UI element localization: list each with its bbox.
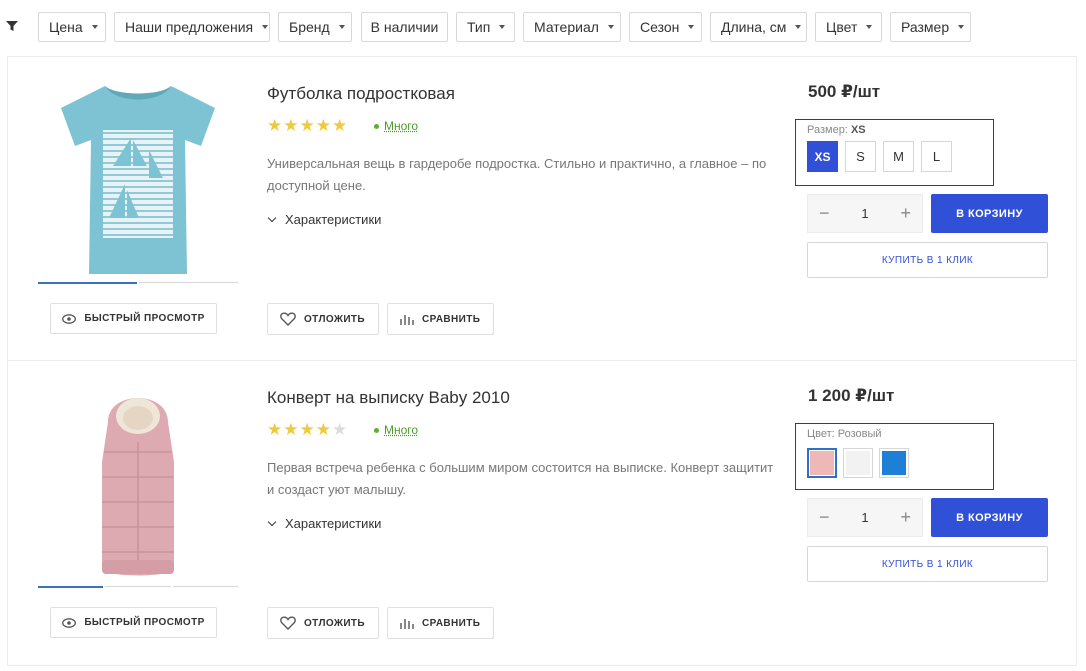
heart-icon [280, 616, 296, 630]
product-card: БЫСТРЫЙ ПРОСМОТР Футболка подростковая ★… [7, 56, 1077, 361]
specs-toggle[interactable]: Характеристики [267, 516, 381, 531]
quantity-stepper: − 1 + [807, 194, 923, 233]
quick-view-button[interactable]: БЫСТРЫЙ ПРОСМОТР [50, 303, 217, 334]
option-label: Цвет: Розовый [807, 428, 882, 440]
compare-button[interactable]: СРАВНИТЬ [387, 303, 494, 335]
chevron-down-icon [267, 517, 277, 526]
color-swatch [882, 451, 906, 475]
size-selector: Размер: XS XS S M L [795, 119, 994, 186]
slider-segment[interactable] [139, 282, 238, 283]
eye-icon [62, 313, 77, 324]
heart-icon [280, 312, 296, 326]
filter-bar: Цена Наши предложения Бренд В наличии Тип Мат… [0, 0, 1086, 56]
minus-icon[interactable]: − [819, 507, 830, 528]
image-slider[interactable] [38, 586, 238, 588]
slider-segment[interactable] [38, 282, 137, 284]
slider-segment[interactable] [105, 586, 171, 587]
filter-5[interactable]: Тип [456, 12, 515, 42]
filter-8[interactable]: Длина, см [710, 12, 807, 42]
option-label: Размер: XS [807, 124, 866, 136]
star-filled-icon: ★ [299, 420, 316, 439]
rating-stars: ★★★★★ [267, 116, 348, 136]
product-price: 1 200 ₽/шт [808, 386, 895, 405]
product-image[interactable] [38, 75, 238, 280]
envelope-image [102, 397, 174, 575]
postpone-button[interactable]: ОТЛОЖИТЬ [267, 607, 379, 639]
image-slider[interactable] [38, 282, 238, 284]
filter-2[interactable]: Наши предложения [114, 12, 270, 42]
product-title[interactable]: Футболка подростковая [267, 84, 455, 104]
color-swatch [810, 451, 834, 475]
product-description: Универсальная вещь в гардеробе подростка… [267, 156, 767, 193]
filter-6[interactable]: Материал [523, 12, 621, 42]
filter-9[interactable]: Цвет [815, 12, 882, 42]
color-selector: Цвет: Розовый [795, 423, 994, 490]
buy-one-click-button[interactable]: КУПИТЬ В 1 КЛИК [807, 242, 1048, 278]
product-card: БЫСТРЫЙ ПРОСМОТР Конверт на выписку Baby… [7, 361, 1077, 666]
caret-down-icon [688, 25, 695, 29]
bar-chart-icon [400, 619, 414, 629]
filter-3[interactable]: Бренд [278, 12, 352, 42]
caret-down-icon [795, 25, 802, 29]
postpone-button[interactable]: ОТЛОЖИТЬ [267, 303, 379, 335]
caret-down-icon [338, 25, 345, 29]
caret-down-icon [262, 25, 269, 29]
caret-down-icon [607, 25, 614, 29]
star-filled-icon: ★ [315, 420, 332, 439]
star-filled-icon: ★ [283, 420, 300, 439]
stock-dot-icon [374, 123, 379, 129]
specs-toggle[interactable]: Характеристики [267, 212, 381, 227]
plus-icon[interactable]: + [900, 507, 911, 528]
stock-status[interactable]: Много [374, 423, 418, 437]
eye-icon [62, 617, 77, 628]
slider-segment[interactable] [172, 586, 238, 587]
stock-status[interactable]: Много [374, 119, 418, 133]
bar-chart-icon [400, 315, 414, 325]
quantity-value[interactable]: 1 [861, 206, 868, 221]
slider-segment[interactable] [38, 586, 104, 588]
star-filled-icon: ★ [283, 116, 300, 135]
size-option-m[interactable]: M [883, 141, 914, 172]
filter-4[interactable]: В наличии [361, 12, 448, 42]
product-image[interactable] [38, 379, 238, 584]
buy-one-click-button[interactable]: КУПИТЬ В 1 КЛИК [807, 546, 1048, 582]
filter-7[interactable]: Сезон [629, 12, 702, 42]
tshirt-image [61, 85, 215, 274]
add-to-cart-button[interactable]: В КОРЗИНУ [931, 498, 1048, 537]
product-description: Первая встреча ребенка с большим миром с… [267, 460, 774, 497]
star-filled-icon: ★ [299, 116, 316, 135]
filter-1[interactable]: Цена [38, 12, 106, 42]
quantity-stepper: − 1 + [807, 498, 923, 537]
caret-down-icon [499, 25, 506, 29]
minus-icon[interactable]: − [819, 203, 830, 224]
star-filled-icon: ★ [315, 116, 332, 135]
star-filled-icon: ★ [267, 420, 284, 439]
caret-down-icon [958, 25, 965, 29]
filter-10[interactable]: Размер [890, 12, 971, 42]
star-filled-icon: ★ [267, 116, 284, 135]
stock-dot-icon [374, 427, 379, 433]
caret-down-icon [866, 25, 873, 29]
star-empty-icon: ★ [332, 420, 349, 439]
color-option-3[interactable] [879, 448, 909, 478]
product-title[interactable]: Конверт на выписку Baby 2010 [267, 388, 510, 408]
color-option-1[interactable] [807, 448, 837, 478]
color-option-2[interactable] [843, 448, 873, 478]
funnel-icon[interactable] [6, 20, 18, 32]
plus-icon[interactable]: + [900, 203, 911, 224]
star-filled-icon: ★ [332, 116, 349, 135]
quantity-value[interactable]: 1 [861, 510, 868, 525]
product-price: 500 ₽/шт [808, 82, 881, 101]
size-option-s[interactable]: S [845, 141, 876, 172]
rating-stars: ★★★★★ [267, 420, 348, 440]
chevron-down-icon [267, 213, 277, 222]
size-option-xs[interactable]: XS [807, 141, 838, 172]
size-option-l[interactable]: L [921, 141, 952, 172]
compare-button[interactable]: СРАВНИТЬ [387, 607, 494, 639]
caret-down-icon [91, 25, 98, 29]
color-swatch [846, 451, 870, 475]
add-to-cart-button[interactable]: В КОРЗИНУ [931, 194, 1048, 233]
quick-view-button[interactable]: БЫСТРЫЙ ПРОСМОТР [50, 607, 217, 638]
